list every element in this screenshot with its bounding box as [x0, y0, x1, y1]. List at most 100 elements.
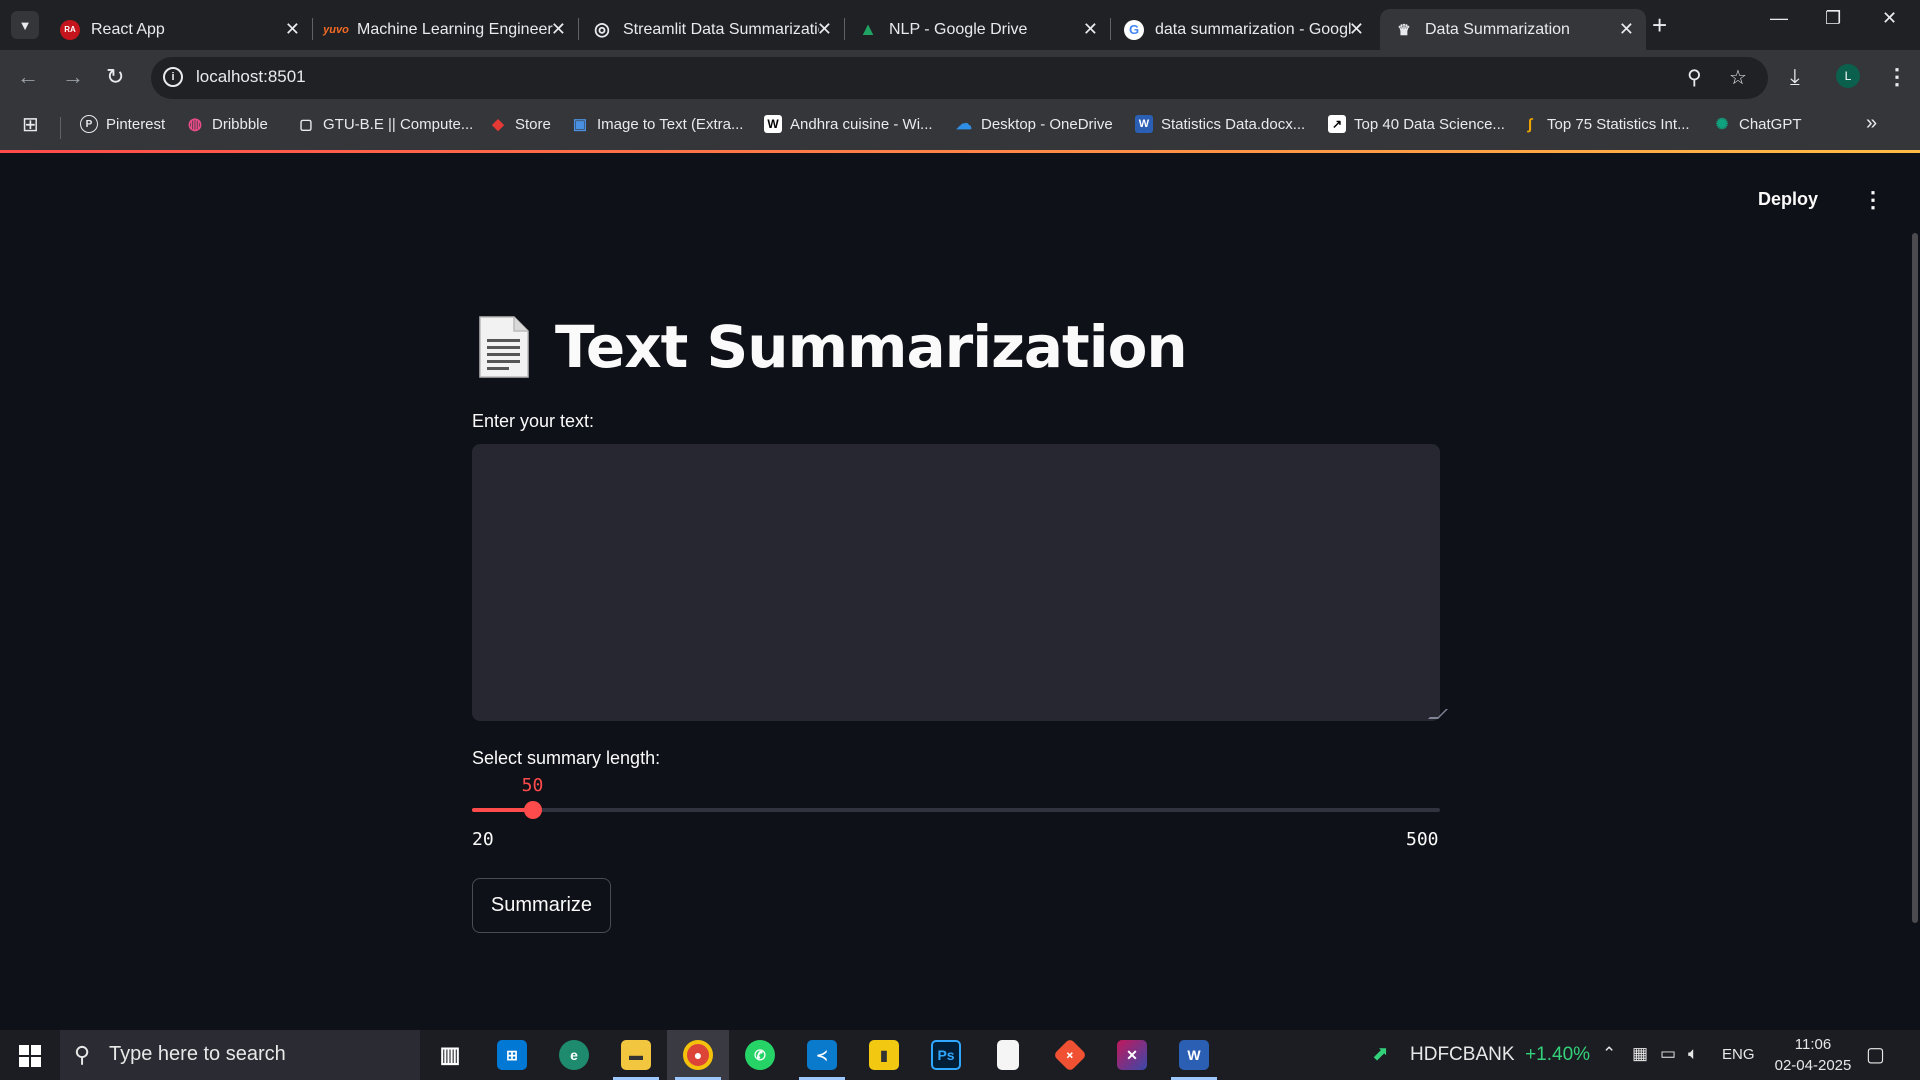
windows-start-icon[interactable]	[19, 1045, 41, 1067]
close-tab-icon[interactable]: ✕	[1619, 19, 1634, 40]
stock-change: +1.40%	[1525, 1044, 1591, 1065]
bookmark-label: Pinterest	[106, 115, 166, 133]
page-facing-up-icon	[479, 316, 529, 378]
star-icon[interactable]: ☆	[1729, 65, 1747, 90]
file-explorer-icon[interactable]: ▬	[605, 1030, 667, 1080]
language-indicator[interactable]: ENG	[1722, 1046, 1755, 1063]
tab-data-summarization-google[interactable]: G data summarization - Google ✕	[1110, 9, 1376, 50]
summary-length-slider[interactable]	[472, 801, 1440, 819]
reload-icon[interactable]: ↻	[106, 64, 124, 90]
whatsapp-icon[interactable]: ✆	[729, 1030, 791, 1080]
notifications-icon[interactable]: ▢	[1866, 1042, 1885, 1067]
tab-title: Data Summarization	[1425, 20, 1570, 38]
windows-taskbar: ⚲ Type here to search ▥ ⊞ e ▬ ● ✆ ≺ ▮ Ps…	[0, 1030, 1920, 1080]
tab-data-summarization[interactable]: ♛ Data Summarization ✕	[1380, 9, 1646, 50]
chevron-up-icon[interactable]: ⌃	[1602, 1044, 1616, 1064]
bookmark-onedrive[interactable]: ☁ Desktop - OneDrive	[955, 115, 1113, 134]
stock-widget[interactable]: HDFCBANK +1.40%	[1410, 1044, 1590, 1066]
volume-icon[interactable]: 🔈︎	[1688, 1044, 1698, 1064]
bookmark-label: Top 75 Statistics Int...	[1547, 115, 1690, 133]
close-tab-icon[interactable]: ✕	[285, 19, 300, 40]
address-bar[interactable]: i localhost:8501 ⚲ ☆	[151, 57, 1768, 99]
power-bi-icon[interactable]: ▮	[853, 1030, 915, 1080]
google-drive-favicon-icon: ▲	[859, 19, 877, 39]
bookmark-label: GTU-B.E || Compute...	[323, 115, 474, 133]
tab-streamlit-data-summarization[interactable]: ◎ Streamlit Data Summarization ✕	[578, 9, 845, 50]
wikipedia-icon: W	[764, 115, 782, 133]
battery-icon[interactable]: ▭	[1660, 1044, 1676, 1064]
close-tab-icon[interactable]: ✕	[1349, 19, 1364, 40]
text-input-area[interactable]	[472, 444, 1440, 721]
tab-machine-learning-engineer[interactable]: yuvo Machine Learning Engineer ✕	[312, 9, 579, 50]
tab-title: data summarization - Google	[1155, 20, 1351, 38]
apps-grid-icon[interactable]: ⊞	[22, 112, 39, 137]
arrow-left-icon[interactable]: ←	[17, 64, 39, 90]
browser-tab-strip: ▼ RA React App ✕ yuvo Machine Learning E…	[0, 0, 1920, 50]
new-tab-button[interactable]: +	[1652, 10, 1667, 41]
bookmark-label: Image to Text (Extra...	[597, 115, 744, 133]
close-tab-icon[interactable]: ✕	[817, 19, 832, 40]
bookmark-gtu[interactable]: ▢ GTU-B.E || Compute...	[297, 115, 473, 133]
bookmark-store[interactable]: ◆ Store	[489, 115, 551, 134]
bookmark-label: Top 40 Data Science...	[1354, 115, 1505, 133]
clock-date: 02-04-2025	[1774, 1057, 1852, 1074]
clock[interactable]: 11:06 02-04-2025	[1763, 1034, 1863, 1076]
bookmark-divider	[60, 117, 61, 139]
close-tab-icon[interactable]: ✕	[551, 19, 566, 40]
bookmark-label: Store	[515, 115, 551, 133]
bookmark-label: ChatGPT	[1739, 115, 1802, 133]
deploy-button[interactable]: Deploy	[1758, 189, 1818, 210]
ide-icon[interactable]: ✕	[1101, 1030, 1163, 1080]
clock-time: 11:06	[1794, 1036, 1832, 1053]
bookmark-image-to-text[interactable]: ▣ Image to Text (Extra...	[571, 115, 744, 134]
close-tab-icon[interactable]: ✕	[1083, 19, 1098, 40]
notepad-icon[interactable]	[977, 1030, 1039, 1080]
kebab-icon[interactable]: ⋮	[1886, 64, 1908, 90]
openai-favicon-icon: ◎	[594, 19, 610, 39]
bookmark-chatgpt[interactable]: ✺ ChatGPT	[1713, 115, 1802, 134]
bookmark-andhra-cuisine[interactable]: W Andhra cuisine - Wi...	[764, 115, 933, 133]
slider-thumb[interactable]	[523, 801, 542, 819]
tab-react-app[interactable]: RA React App ✕	[46, 9, 313, 50]
main-menu-icon[interactable]: ⋮	[1862, 187, 1884, 213]
search-placeholder: Type here to search	[109, 1043, 286, 1065]
tab-title: Streamlit Data Summarization	[623, 20, 819, 38]
bookmark-top-75-statistics[interactable]: ∫ Top 75 Statistics Int...	[1521, 115, 1690, 133]
tab-title: NLP - Google Drive	[889, 20, 1028, 38]
slider-min-label: 20	[472, 829, 494, 850]
info-icon[interactable]: i	[163, 67, 183, 87]
slider-max-label: 500	[1406, 829, 1439, 850]
bookmark-pinterest[interactable]: P Pinterest	[80, 115, 165, 133]
microsoft-store-icon[interactable]: ⊞	[481, 1030, 543, 1080]
chevron-down-icon: ▼	[18, 17, 32, 33]
google-favicon-icon: G	[1124, 19, 1144, 40]
bookmark-dribbble[interactable]: ◍ Dribbble	[186, 115, 268, 134]
tab-nlp-google-drive[interactable]: ▲ NLP - Google Drive ✕	[844, 9, 1111, 50]
url-text[interactable]: localhost:8501	[196, 67, 306, 87]
scrollbar[interactable]	[1912, 233, 1918, 923]
slider-value: 50	[521, 775, 544, 796]
tab-search-button[interactable]: ▼	[11, 11, 39, 39]
minimize-window-icon[interactable]: —	[1770, 8, 1788, 29]
task-view-icon[interactable]: ▥	[419, 1030, 481, 1080]
summarize-button[interactable]: Summarize	[472, 878, 611, 933]
stock-symbol: HDFCBANK	[1410, 1044, 1515, 1065]
bookmark-top-40-data-science[interactable]: ↗ Top 40 Data Science...	[1328, 115, 1505, 133]
word-icon[interactable]: W	[1163, 1030, 1225, 1080]
photoshop-icon[interactable]: Ps	[915, 1030, 977, 1080]
more-bookmarks-icon[interactable]: »	[1866, 112, 1877, 135]
download-icon[interactable]: ⤓	[1790, 64, 1800, 90]
taskbar-search-box[interactable]: ⚲ Type here to search	[60, 1030, 420, 1080]
app-tray-icon[interactable]: ▦	[1632, 1044, 1648, 1064]
close-window-icon[interactable]: ✕	[1882, 8, 1897, 29]
edge-icon[interactable]: e	[543, 1030, 605, 1080]
tab-title: Machine Learning Engineer	[357, 20, 553, 38]
arrow-right-icon[interactable]: →	[62, 64, 84, 90]
zoom-icon[interactable]: ⚲	[1687, 65, 1702, 90]
avatar[interactable]: L	[1836, 64, 1860, 88]
vscode-icon[interactable]: ≺	[791, 1030, 853, 1080]
bookmark-statistics-data[interactable]: W Statistics Data.docx...	[1135, 115, 1305, 133]
restore-window-icon[interactable]: ❐	[1825, 8, 1841, 29]
git-icon[interactable]: +	[1039, 1030, 1101, 1080]
chrome-icon[interactable]: ●	[667, 1030, 729, 1080]
